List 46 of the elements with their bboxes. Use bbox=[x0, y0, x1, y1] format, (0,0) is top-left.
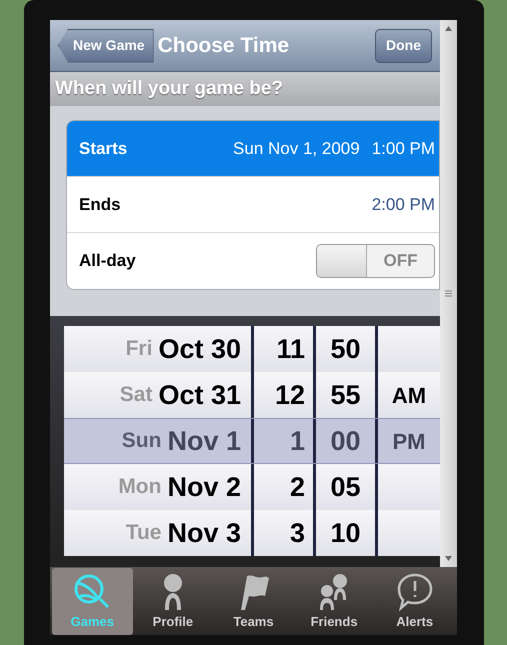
prompt-text: When will your game be? bbox=[55, 76, 284, 101]
hour-text: 11 bbox=[276, 332, 305, 366]
weekday-text: Sun bbox=[122, 428, 162, 454]
minute-text: 05 bbox=[330, 470, 361, 504]
minute-text: 55 bbox=[330, 378, 361, 412]
weekday-text: Fri bbox=[126, 336, 152, 362]
time-value: 2:00 PM bbox=[372, 194, 435, 216]
period-text: AM bbox=[392, 382, 426, 410]
scroll-bar[interactable] bbox=[440, 20, 457, 567]
up-arrow-icon[interactable] bbox=[445, 26, 452, 31]
minute-text: 00 bbox=[330, 424, 361, 458]
hour-text: 12 bbox=[274, 378, 305, 412]
tab[interactable]: Teams bbox=[213, 568, 294, 635]
row-label: All-day bbox=[79, 250, 137, 272]
minute-text: 50 bbox=[330, 332, 361, 366]
period-text: PM bbox=[392, 428, 426, 456]
toggle-state: OFF bbox=[382, 250, 418, 272]
date-row[interactable]: Starts Sun Nov 1, 2009 1:00 PM bbox=[67, 121, 439, 177]
weekday-text: Mon bbox=[118, 474, 162, 500]
row-label: Ends bbox=[79, 194, 121, 216]
grip-icon bbox=[445, 290, 452, 297]
date-text: Nov 1 bbox=[167, 424, 241, 458]
hour-text: 1 bbox=[290, 424, 305, 458]
time-value: 1:00 PM bbox=[372, 138, 435, 160]
picker-row[interactable]: Fri Oct 30 11 50 bbox=[64, 326, 440, 372]
weekday-text: Tue bbox=[126, 520, 162, 546]
date-text: Nov 3 bbox=[167, 516, 241, 550]
date-picker[interactable]: Fri Oct 30 11 50 Sat Oct 31 12 55 AM Sun Nov 1 1 00 PM Mon Nov 2 2 05 Tue Nov 3 3 10 bbox=[50, 316, 440, 567]
date-text: Nov 2 bbox=[167, 470, 241, 504]
row-label: Starts bbox=[79, 138, 128, 160]
tab[interactable]: Friends bbox=[294, 568, 374, 635]
down-arrow-icon[interactable] bbox=[445, 556, 452, 561]
tab[interactable]: Profile bbox=[132, 568, 214, 635]
hour-text: 3 bbox=[290, 516, 305, 550]
weekday-text: Sat bbox=[120, 382, 152, 408]
picker-row[interactable]: Sun Nov 1 1 00 PM bbox=[64, 418, 440, 464]
date-text: Oct 31 bbox=[158, 378, 241, 412]
hour-text: 2 bbox=[290, 470, 305, 504]
screen-title: Choose Time bbox=[158, 32, 290, 59]
minute-text: 10 bbox=[330, 516, 361, 550]
tab[interactable]: Alerts bbox=[374, 568, 455, 635]
picker-row[interactable]: Tue Nov 3 3 10 bbox=[64, 510, 440, 556]
picker-row[interactable]: Mon Nov 2 2 05 bbox=[64, 464, 440, 510]
date-value: Sun Nov 1, 2009 bbox=[233, 138, 360, 160]
date-text: Oct 30 bbox=[158, 332, 241, 366]
picker-row[interactable]: Sat Oct 31 12 55 AM bbox=[64, 372, 440, 418]
